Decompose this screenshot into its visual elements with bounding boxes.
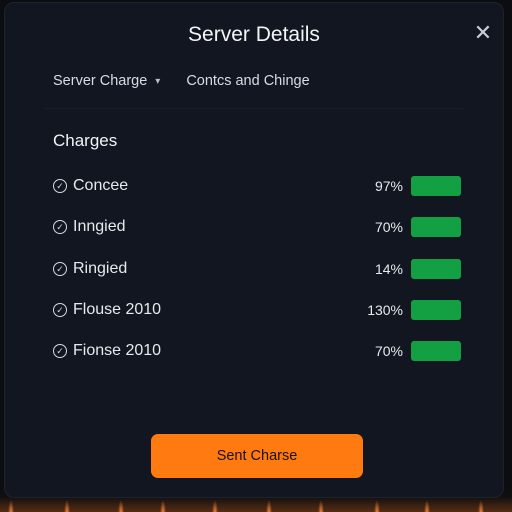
charge-row[interactable]: ✓ Ringied 14%	[53, 257, 463, 281]
contacts-and-change-label: Contcs and Chinge	[186, 73, 310, 89]
charge-row[interactable]: ✓ Inngied 70%	[53, 215, 463, 239]
charge-label: Ringied	[73, 260, 128, 277]
status-bar	[411, 217, 461, 237]
charge-label: Inngied	[73, 218, 126, 235]
server-charge-label: Server Charge	[53, 73, 148, 89]
charge-percent: 14%	[374, 261, 403, 277]
contacts-and-change-link[interactable]: Contcs and Chinge	[186, 73, 309, 89]
chevron-down-icon: ▾	[155, 75, 161, 87]
charge-row[interactable]: ✓ Concee 97%	[53, 174, 463, 198]
charge-percent: 97%	[374, 178, 403, 194]
check-circle-icon: ✓	[53, 262, 67, 276]
server-charge-dropdown[interactable]: Server Charge ▾	[53, 73, 160, 89]
divider	[45, 108, 463, 109]
status-bar	[411, 259, 461, 279]
section-title: Charges	[53, 131, 118, 150]
check-circle-icon: ✓	[53, 179, 67, 193]
charge-row[interactable]: ✓ Fionse 2010 70%	[53, 339, 463, 363]
status-bar	[411, 176, 461, 196]
close-icon[interactable]: ✕	[471, 20, 495, 45]
check-circle-icon: ✓	[53, 220, 67, 234]
dialog-title: Server Details	[188, 23, 320, 46]
charge-row[interactable]: ✓ Flouse 2010 130%	[53, 298, 463, 322]
sub-navigation: Server Charge ▾ Contcs and Chinge	[53, 73, 310, 89]
charge-label: Fionse 2010	[73, 342, 162, 359]
check-circle-icon: ✓	[53, 303, 67, 317]
status-bar	[411, 300, 461, 320]
charge-percent: 70%	[374, 343, 403, 359]
charge-percent: 70%	[374, 219, 403, 235]
status-bar	[411, 341, 461, 361]
charge-percent: 130%	[367, 302, 403, 318]
charge-label: Concee	[73, 177, 129, 194]
charge-label: Flouse 2010	[73, 301, 162, 318]
server-details-dialog: Server Details ✕ Server Charge ▾ Contcs …	[4, 2, 504, 498]
send-charge-button[interactable]: Sent Charse	[151, 434, 363, 478]
check-circle-icon: ✓	[53, 344, 67, 358]
